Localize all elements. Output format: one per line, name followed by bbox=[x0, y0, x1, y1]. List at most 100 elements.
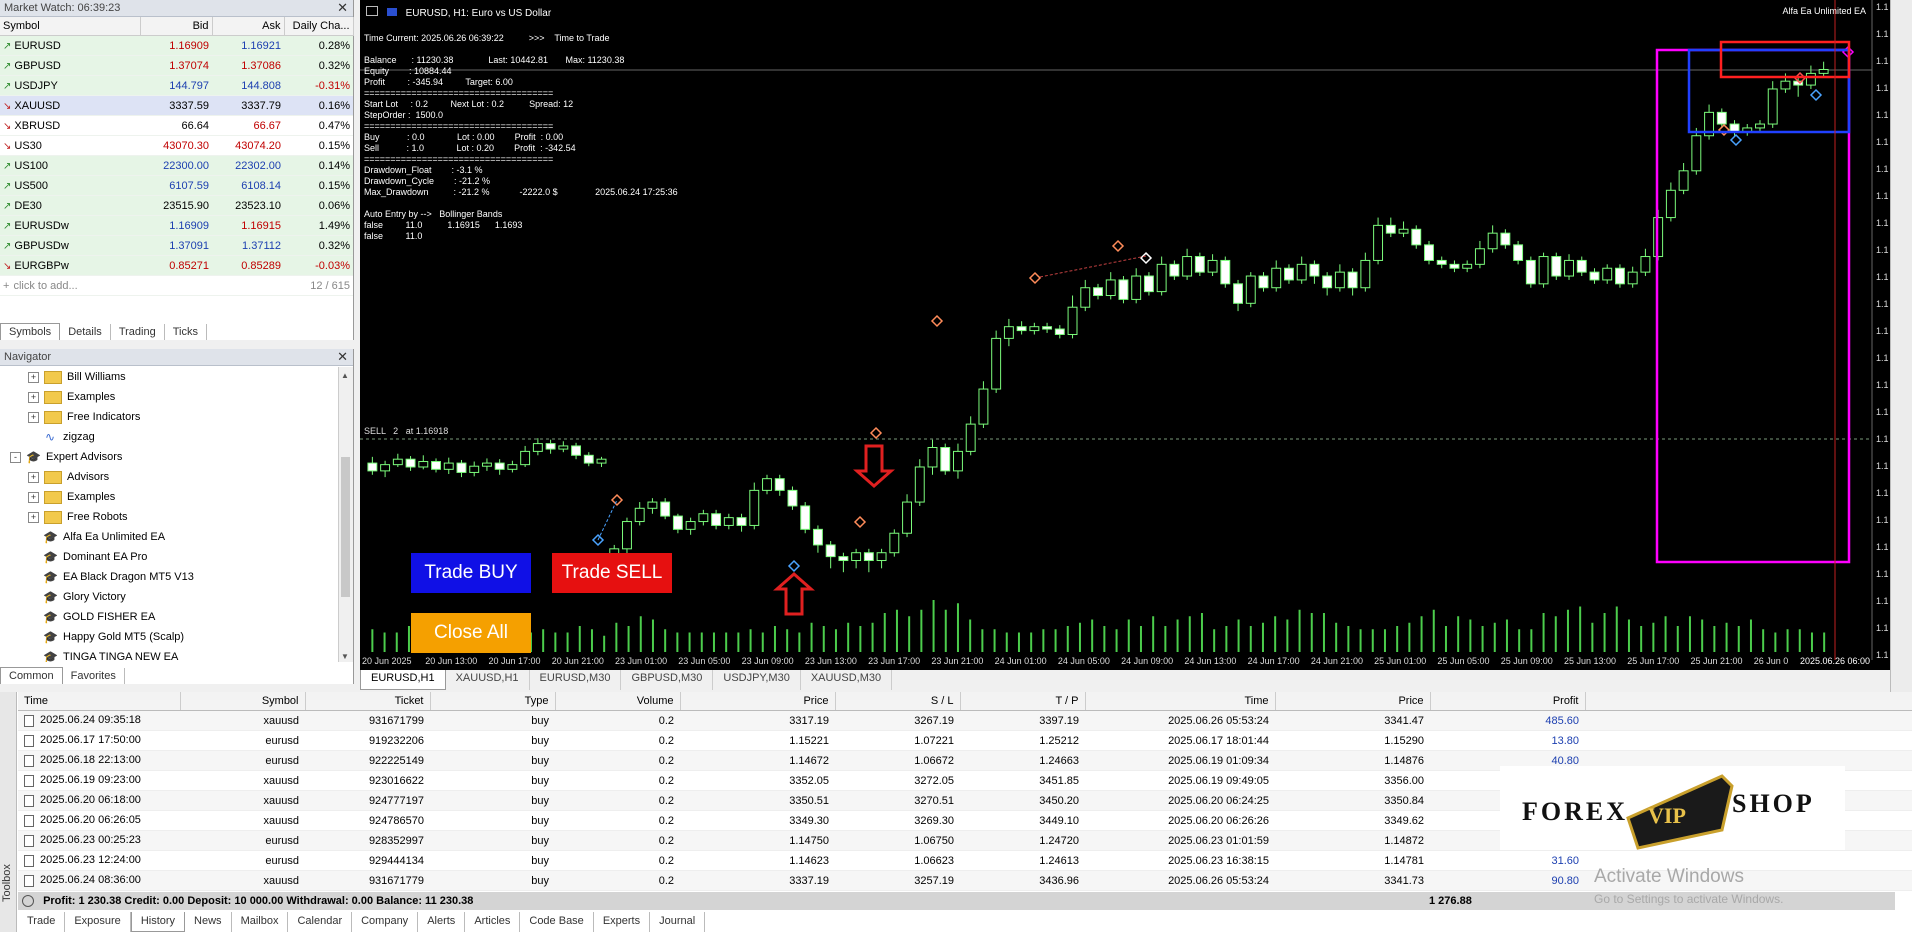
trade-marker[interactable] bbox=[1729, 133, 1743, 147]
toolbox-tab[interactable]: Mailbox bbox=[232, 912, 289, 932]
market-watch-row[interactable]: ↗ EURUSD 1.16909 1.16921 0.28% bbox=[0, 35, 353, 56]
nav-item[interactable]: 🎓 EA Black Dragon MT5 V13 bbox=[0, 567, 338, 587]
market-watch-row[interactable]: ↘ XBRUSD 66.64 66.67 0.47% bbox=[0, 115, 353, 136]
chart-tab[interactable]: XAUUSD,M30 bbox=[801, 670, 893, 690]
expand-icon[interactable]: + bbox=[28, 371, 39, 383]
chart-tab[interactable]: XAUUSD,H1 bbox=[446, 670, 530, 690]
nav-item[interactable]: + Free Robots bbox=[0, 507, 338, 527]
trade-marker[interactable] bbox=[1717, 123, 1731, 137]
nav-item[interactable]: + Bill Williams bbox=[0, 367, 338, 387]
close-all-button[interactable]: Close All bbox=[411, 613, 531, 653]
nav-item[interactable]: + Examples bbox=[0, 387, 338, 407]
market-watch-row[interactable]: ↗ GBPUSDw 1.37091 1.37112 0.32% bbox=[0, 235, 353, 256]
history-col-header[interactable]: T / P bbox=[960, 692, 1086, 711]
history-row[interactable]: 2025.06.24 09:35:18 xauusd 931671799 buy 0.2… bbox=[18, 710, 1912, 731]
market-watch-row[interactable]: ↘ EURGBPw 0.85271 0.85289 -0.03% bbox=[0, 255, 353, 276]
market-watch-row[interactable]: ↗ USDJPY 144.797 144.808 -0.31% bbox=[0, 75, 353, 96]
col-bid[interactable]: Bid bbox=[140, 17, 213, 36]
trade-buy-button[interactable]: Trade BUY bbox=[411, 553, 531, 593]
history-row[interactable]: 2025.06.17 17:50:00 eurusd 919232206 buy 0.2… bbox=[18, 730, 1912, 751]
trade-marker[interactable] bbox=[1111, 239, 1125, 253]
history-col-header[interactable]: Type bbox=[430, 692, 556, 711]
market-watch-row[interactable]: ↘ US30 43070.30 43074.20 0.15% bbox=[0, 135, 353, 156]
toolbox-tab[interactable]: Journal bbox=[650, 912, 706, 932]
chart-tab[interactable]: USDJPY,M30 bbox=[713, 670, 801, 690]
toolbox-tab[interactable]: Exposure bbox=[65, 912, 131, 932]
scroll-up-icon[interactable]: ▲ bbox=[341, 371, 350, 380]
trade-sell-button[interactable]: Trade SELL bbox=[552, 553, 672, 593]
toolbox-tab[interactable]: Company bbox=[352, 912, 419, 932]
close-icon[interactable]: ✕ bbox=[337, 349, 348, 365]
scroll-down-icon[interactable]: ▼ bbox=[341, 652, 350, 661]
expand-icon[interactable] bbox=[22, 895, 34, 908]
nav-item[interactable]: + Examples bbox=[0, 487, 338, 507]
nav-item[interactable]: 🎓 Dominant EA Pro bbox=[0, 547, 338, 567]
tab-favorites[interactable]: Favorites bbox=[63, 668, 125, 684]
nav-item[interactable]: ∿ zigzag bbox=[0, 427, 338, 447]
col-ask[interactable]: Ask bbox=[212, 17, 285, 36]
trade-marker[interactable] bbox=[853, 515, 867, 529]
toolbox-tab[interactable]: Experts bbox=[594, 912, 651, 932]
market-watch-row[interactable]: ↗ US100 22300.00 22302.00 0.14% bbox=[0, 155, 353, 176]
history-col-header[interactable]: Price bbox=[1275, 692, 1431, 711]
trade-marker[interactable] bbox=[869, 426, 883, 440]
expand-icon[interactable]: + bbox=[28, 491, 39, 503]
chart-tab[interactable]: EURUSD,H1 bbox=[360, 670, 446, 690]
market-watch-row[interactable]: ↗ DE30 23515.90 23523.10 0.06% bbox=[0, 195, 353, 216]
nav-item[interactable]: 🎓 GOLD FISHER EA bbox=[0, 607, 338, 627]
tab-common[interactable]: Common bbox=[0, 667, 63, 684]
range-box-red[interactable] bbox=[1719, 40, 1851, 79]
add-symbol-row[interactable]: + click to add... 12 / 615 bbox=[0, 275, 353, 296]
nav-item[interactable]: + Advisors bbox=[0, 467, 338, 487]
navigator-scrollbar[interactable]: ▲ ▼ bbox=[338, 367, 353, 662]
toolbox-tab[interactable]: Alerts bbox=[418, 912, 466, 932]
tab-details[interactable]: Details bbox=[60, 324, 111, 340]
history-col-header[interactable]: Ticket bbox=[305, 692, 431, 711]
expand-icon[interactable]: + bbox=[28, 411, 39, 423]
toolbox-tab[interactable]: Code Base bbox=[520, 912, 594, 932]
nav-item[interactable]: 🎓 Alfa Ea Unlimited EA bbox=[0, 527, 338, 547]
range-box-magenta[interactable] bbox=[1655, 48, 1851, 564]
history-col-header[interactable]: Comment bbox=[1585, 692, 1912, 711]
trade-marker[interactable] bbox=[930, 314, 944, 328]
market-watch-row[interactable]: ↗ US500 6107.59 6108.14 0.15% bbox=[0, 175, 353, 196]
market-watch-row[interactable]: ↗ EURUSDw 1.16909 1.16915 1.49% bbox=[0, 215, 353, 236]
expand-icon[interactable]: + bbox=[28, 511, 39, 523]
history-col-header[interactable]: Volume bbox=[555, 692, 681, 711]
history-col-header[interactable]: S / L bbox=[835, 692, 961, 711]
expand-icon[interactable]: + bbox=[28, 471, 39, 483]
history-col-header[interactable]: Symbol bbox=[180, 692, 306, 711]
chart-window[interactable]: 20 Jun 2025 20 Jun 13:00 20 Jun 17:00 20 Ju… bbox=[360, 0, 1890, 684]
trade-marker[interactable] bbox=[787, 559, 801, 573]
market-watch-row[interactable]: ↘ XAUUSD 3337.59 3337.79 0.16% bbox=[0, 95, 353, 116]
trade-marker[interactable] bbox=[1139, 251, 1153, 265]
chart-menu-icon[interactable] bbox=[366, 6, 378, 16]
right-scrollbar[interactable] bbox=[1890, 0, 1912, 692]
nav-item[interactable]: 🎓 TINGA TINGA NEW EA bbox=[0, 647, 338, 662]
nav-item[interactable]: + Free Indicators bbox=[0, 407, 338, 427]
collapse-icon[interactable]: - bbox=[10, 451, 21, 463]
tab-trading[interactable]: Trading bbox=[111, 324, 165, 340]
history-col-header[interactable]: Time bbox=[1085, 692, 1276, 711]
history-col-header[interactable]: Price bbox=[680, 692, 836, 711]
market-watch-row[interactable]: ↗ GBPUSD 1.37074 1.37086 0.32% bbox=[0, 55, 353, 76]
history-col-header[interactable]: Time bbox=[18, 692, 181, 711]
toolbox-tab[interactable]: Articles bbox=[465, 912, 521, 932]
chart-tab[interactable]: EURUSD,M30 bbox=[530, 670, 622, 690]
toolbox-tab[interactable]: Calendar bbox=[288, 912, 353, 932]
chart-tab[interactable]: GBPUSD,M30 bbox=[621, 670, 714, 690]
tab-ticks[interactable]: Ticks bbox=[165, 324, 207, 340]
trade-marker[interactable] bbox=[1809, 88, 1823, 102]
expand-icon[interactable]: + bbox=[28, 391, 39, 403]
nav-item[interactable]: 🎓 Glory Victory bbox=[0, 587, 338, 607]
scroll-thumb[interactable] bbox=[341, 457, 350, 597]
col-daily-change[interactable]: Daily Cha... bbox=[284, 17, 354, 36]
toolbox-tab[interactable]: History bbox=[130, 912, 186, 932]
close-icon[interactable]: ✕ bbox=[337, 0, 348, 16]
add-symbol-cell[interactable]: + click to add... bbox=[0, 275, 212, 296]
toolbox-tab[interactable]: Trade bbox=[18, 912, 66, 932]
history-col-header[interactable]: Profit bbox=[1430, 692, 1586, 711]
toolbox-tab[interactable]: News bbox=[185, 912, 232, 932]
nav-item[interactable]: - 🎓 Expert Advisors bbox=[0, 447, 338, 467]
nav-item[interactable]: 🎓 Happy Gold MT5 (Scalp) bbox=[0, 627, 338, 647]
